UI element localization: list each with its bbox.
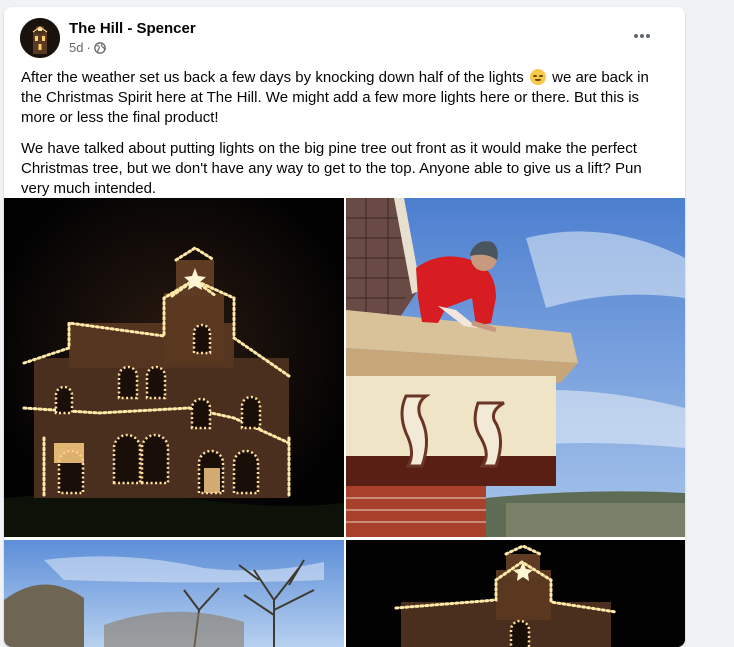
post-paragraph-1: After the weather set us back a few days…: [21, 68, 671, 128]
page-name-link[interactable]: The Hill - Spencer: [69, 20, 196, 37]
photo-person-on-roof[interactable]: [346, 198, 685, 537]
photo-house-night-lights[interactable]: [4, 198, 344, 537]
photo-house-night-tower[interactable]: [346, 540, 685, 647]
more-options-button[interactable]: [624, 18, 660, 54]
post-meta: 5d ·: [69, 40, 106, 55]
post-timestamp[interactable]: 5d: [69, 40, 83, 55]
page-avatar[interactable]: [20, 18, 60, 58]
post-text: After the weather set us back a few days…: [21, 68, 671, 210]
paragraph-1-text-start: After the weather set us back a few days…: [21, 69, 524, 86]
photo-trees-sky[interactable]: [4, 540, 344, 647]
post-card: The Hill - Spencer 5d · After the weathe…: [4, 7, 685, 647]
globe-icon: [93, 41, 106, 54]
more-horizontal-icon: [634, 34, 638, 38]
meta-separator: ·: [86, 40, 91, 55]
relieved-face-emoji-icon: [529, 69, 546, 85]
post-paragraph-2: We have talked about putting lights on t…: [21, 140, 642, 197]
post-header: The Hill - Spencer 5d ·: [20, 18, 660, 60]
